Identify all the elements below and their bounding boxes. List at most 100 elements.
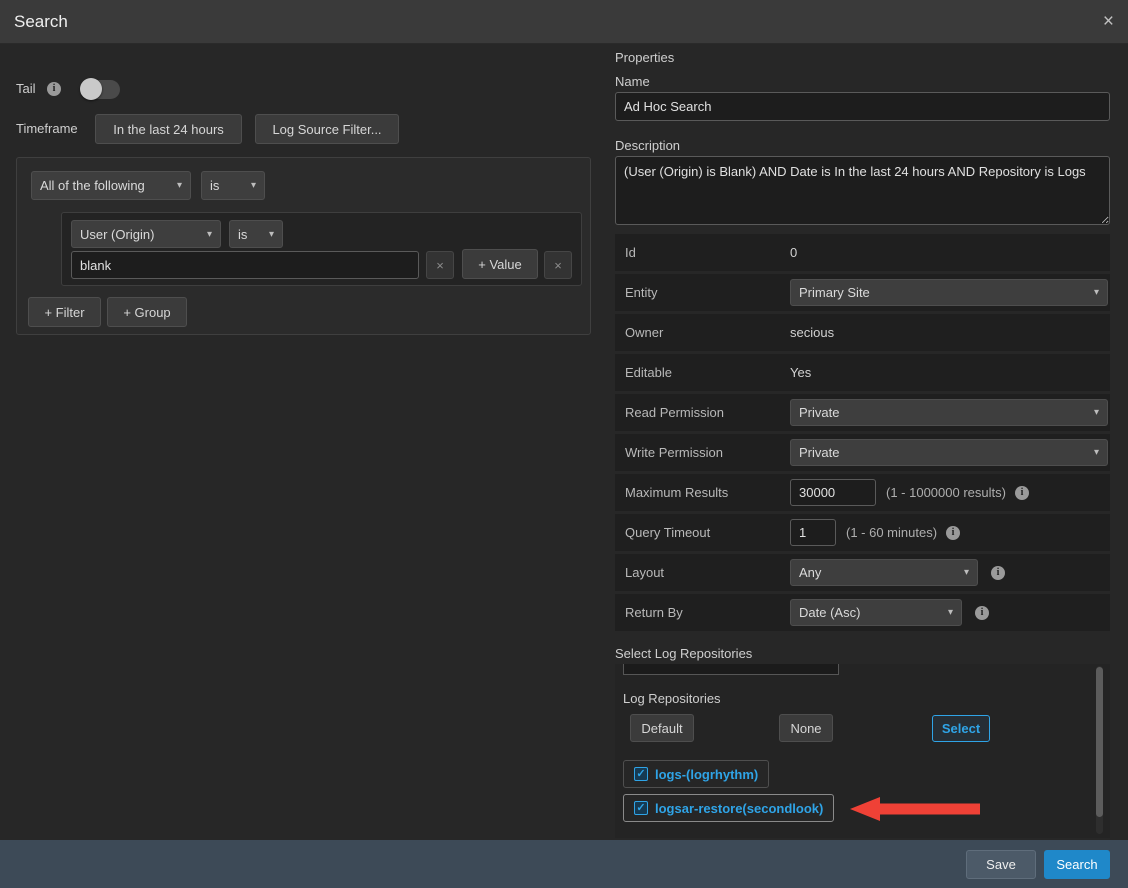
none-button[interactable]: None xyxy=(779,714,833,742)
selected-value: Date (Asc) xyxy=(799,605,860,620)
default-button[interactable]: Default xyxy=(630,714,694,742)
property-label: Editable xyxy=(625,365,790,380)
checkbox-checked-icon[interactable]: ✓ xyxy=(634,801,648,815)
dialog-header: Search × xyxy=(0,0,1128,44)
chevron-down-icon: ▾ xyxy=(1094,287,1099,298)
repository-label: logsar-restore(secondlook) xyxy=(655,801,823,816)
scrollbar-track[interactable] xyxy=(1096,666,1103,834)
name-label: Name xyxy=(615,74,650,89)
property-label: Write Permission xyxy=(625,445,790,460)
description-textarea[interactable]: (User (Origin) is Blank) AND Date is In … xyxy=(615,156,1110,225)
property-row-read-permission: Read Permission Private ▾ xyxy=(615,394,1110,431)
filter-rule-group: User (Origin) ▾ is ▾ × + Value × xyxy=(61,212,582,286)
save-button[interactable]: Save xyxy=(966,850,1036,879)
properties-table: Id 0 Entity Primary Site ▾ Owner secious… xyxy=(615,234,1110,634)
property-label: Entity xyxy=(625,285,790,300)
chevron-down-icon: ▾ xyxy=(964,567,969,578)
selected-value: is xyxy=(210,178,219,193)
rule-operator-select[interactable]: is ▾ xyxy=(229,220,283,248)
description-label: Description xyxy=(615,138,680,153)
selected-value: Primary Site xyxy=(799,285,870,300)
property-row-maximum-results: Maximum Results (1 - 1000000 results) i xyxy=(615,474,1110,511)
add-value-button[interactable]: + Value xyxy=(462,249,538,279)
return-by-select[interactable]: Date (Asc) ▾ xyxy=(790,599,962,626)
remove-rule-icon[interactable]: × xyxy=(544,251,572,279)
tail-toggle[interactable] xyxy=(82,80,120,99)
toggle-knob xyxy=(80,78,102,100)
property-row-query-timeout: Query Timeout (1 - 60 minutes) i xyxy=(615,514,1110,551)
red-arrow-icon xyxy=(850,796,980,822)
property-row-entity: Entity Primary Site ▾ xyxy=(615,274,1110,311)
property-label: Return By xyxy=(625,605,790,620)
close-icon[interactable]: × xyxy=(1103,12,1114,31)
range-hint: (1 - 60 minutes) xyxy=(846,525,937,540)
property-label: Id xyxy=(625,245,790,260)
rule-value-input[interactable] xyxy=(71,251,419,279)
select-button[interactable]: Select xyxy=(932,715,990,742)
property-row-owner: Owner secious xyxy=(615,314,1110,351)
property-label: Owner xyxy=(625,325,790,340)
property-row-id: Id 0 xyxy=(615,234,1110,271)
name-input[interactable] xyxy=(615,92,1110,121)
property-value: Yes xyxy=(790,365,811,380)
range-hint: (1 - 1000000 results) xyxy=(886,485,1006,500)
selected-value: User (Origin) xyxy=(80,227,154,242)
entity-select[interactable]: Primary Site ▾ xyxy=(790,279,1108,306)
search-button[interactable]: Search xyxy=(1044,850,1110,879)
add-group-button[interactable]: + Group xyxy=(107,297,187,327)
repository-item[interactable]: ✓ logsar-restore(secondlook) xyxy=(623,794,834,822)
info-icon[interactable]: i xyxy=(946,526,960,540)
repositories-section-title: Select Log Repositories xyxy=(615,646,752,661)
filter-builder: All of the following ▾ is ▾ User (Origin… xyxy=(16,157,591,335)
add-filter-button[interactable]: + Filter xyxy=(28,297,101,327)
group-operator-select[interactable]: All of the following ▾ xyxy=(31,171,191,200)
selected-value: All of the following xyxy=(40,178,145,193)
property-label: Query Timeout xyxy=(625,525,790,540)
selected-value: is xyxy=(238,227,247,242)
chevron-down-icon: ▾ xyxy=(1094,447,1099,458)
chevron-down-icon: ▾ xyxy=(207,229,212,240)
chevron-down-icon: ▾ xyxy=(269,229,274,240)
info-icon[interactable]: i xyxy=(991,566,1005,580)
tail-label: Tail xyxy=(16,81,36,96)
property-label: Maximum Results xyxy=(625,485,790,500)
remove-value-icon[interactable]: × xyxy=(426,251,454,279)
search-dialog: Search × Tail i Timeframe In the last 24… xyxy=(0,0,1128,888)
write-permission-select[interactable]: Private ▾ xyxy=(790,439,1108,466)
scrollbar-thumb[interactable] xyxy=(1096,667,1103,817)
property-label: Read Permission xyxy=(625,405,790,420)
checkbox-checked-icon[interactable]: ✓ xyxy=(634,767,648,781)
selected-value: Private xyxy=(799,445,839,460)
property-row-return-by: Return By Date (Asc) ▾ i xyxy=(615,594,1110,631)
property-label: Layout xyxy=(625,565,790,580)
info-icon[interactable]: i xyxy=(47,82,61,96)
group-condition-select[interactable]: is ▾ xyxy=(201,171,265,200)
partially-scrolled-field xyxy=(623,664,839,675)
repositories-panel: Log Repositories Default None Select ✓ l… xyxy=(615,664,1110,838)
timeframe-label: Timeframe xyxy=(16,121,78,136)
log-source-filter-button[interactable]: Log Source Filter... xyxy=(255,114,399,144)
query-timeout-input[interactable] xyxy=(790,519,836,546)
dialog-footer: Save Search xyxy=(0,840,1128,888)
property-row-layout: Layout Any ▾ i xyxy=(615,554,1110,591)
chevron-down-icon: ▾ xyxy=(1094,407,1099,418)
chevron-down-icon: ▾ xyxy=(177,180,182,191)
chevron-down-icon: ▾ xyxy=(251,180,256,191)
dialog-title: Search xyxy=(14,12,68,32)
property-row-write-permission: Write Permission Private ▾ xyxy=(615,434,1110,471)
property-row-editable: Editable Yes xyxy=(615,354,1110,391)
repositories-panel-title: Log Repositories xyxy=(623,691,721,706)
rule-field-select[interactable]: User (Origin) ▾ xyxy=(71,220,221,248)
timeframe-button[interactable]: In the last 24 hours xyxy=(95,114,242,144)
repository-item[interactable]: ✓ logs-(logrhythm) xyxy=(623,760,769,788)
read-permission-select[interactable]: Private ▾ xyxy=(790,399,1108,426)
selected-value: Private xyxy=(799,405,839,420)
property-value: 0 xyxy=(790,245,797,260)
property-value: secious xyxy=(790,325,834,340)
maximum-results-input[interactable] xyxy=(790,479,876,506)
selected-value: Any xyxy=(799,565,821,580)
info-icon[interactable]: i xyxy=(1015,486,1029,500)
info-icon[interactable]: i xyxy=(975,606,989,620)
properties-section-title: Properties xyxy=(615,50,674,65)
layout-select[interactable]: Any ▾ xyxy=(790,559,978,586)
